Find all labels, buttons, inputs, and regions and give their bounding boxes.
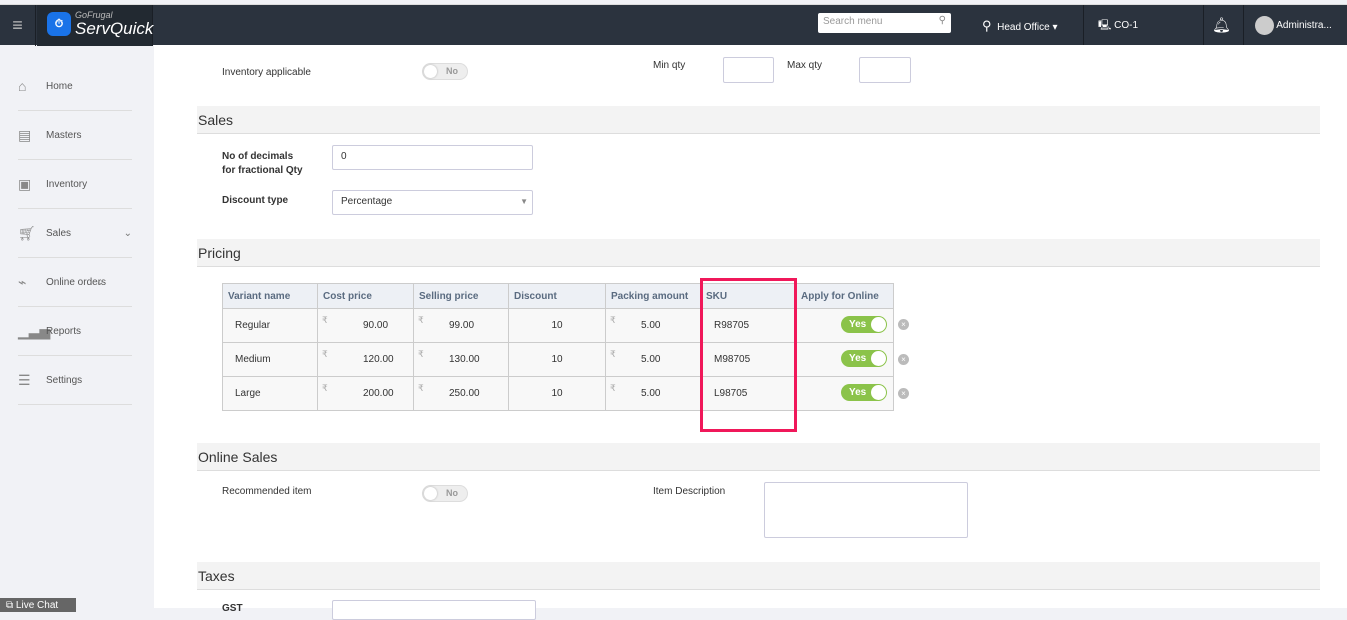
selling-cell[interactable]: ₹250.00 bbox=[413, 376, 509, 411]
sidebar-item-home[interactable]: ⌂ Home bbox=[18, 62, 132, 111]
remove-row-icon[interactable]: × bbox=[898, 354, 909, 365]
location-pin-icon: ⚲ bbox=[982, 18, 992, 33]
bell-icon[interactable]: 🔔︎ bbox=[1212, 5, 1231, 46]
live-chat-button[interactable]: ⧉ Live Chat bbox=[0, 598, 76, 612]
section-taxes: Taxes bbox=[197, 562, 1320, 590]
packing-cell[interactable]: ₹5.00 bbox=[605, 308, 701, 343]
search-icon[interactable]: ⚲ bbox=[939, 15, 946, 26]
cost-cell[interactable]: ₹200.00 bbox=[317, 376, 414, 411]
item-description-label: Item Description bbox=[653, 486, 726, 497]
settings-icon: ☰ bbox=[18, 371, 31, 388]
masters-icon: ▤ bbox=[18, 126, 32, 143]
column-header: Selling price bbox=[413, 283, 509, 309]
variant-cell[interactable]: Large bbox=[222, 376, 318, 411]
column-header: Apply for Online bbox=[795, 283, 894, 309]
top-bar: ≡ ⏱ GoFrugal ServQuick Search menu ⚲ ⚲ Head… bbox=[0, 4, 1347, 46]
section-online-sales: Online Sales bbox=[197, 443, 1320, 471]
column-header: Cost price bbox=[317, 283, 414, 309]
chevron-down-icon: ⌄ bbox=[95, 276, 104, 288]
sidebar-item-sales[interactable]: 🛒︎ Sales ⌄ bbox=[18, 209, 132, 258]
selling-cell[interactable]: ₹130.00 bbox=[413, 342, 509, 377]
apply-online-toggle[interactable]: Yes bbox=[841, 383, 887, 401]
sidebar-label: Reports bbox=[46, 325, 82, 337]
sidebar-label: Sales bbox=[46, 227, 72, 239]
min-qty-input[interactable] bbox=[723, 57, 774, 83]
inventory-icon: ▣ bbox=[18, 175, 32, 192]
avatar bbox=[1255, 15, 1274, 35]
inventory-applicable-toggle[interactable]: No bbox=[422, 63, 468, 80]
gst-select[interactable] bbox=[332, 600, 536, 620]
discount-type-select[interactable]: Percentage ▼ bbox=[332, 190, 533, 215]
discount-type-label: Discount type bbox=[222, 195, 289, 206]
discount-cell[interactable]: 10 bbox=[508, 308, 606, 343]
item-form: Inventory applicable No Min qty Max qty … bbox=[154, 45, 1347, 620]
sidebar-label: Masters bbox=[46, 129, 82, 141]
packing-cell[interactable]: ₹5.00 bbox=[605, 342, 701, 377]
discount-cell[interactable]: 10 bbox=[508, 376, 606, 411]
discount-cell[interactable]: 10 bbox=[508, 342, 606, 377]
sidebar-item-online-orders[interactable]: ⌁ Online orders ⌄ bbox=[18, 258, 132, 307]
computer-icon: 🖳 bbox=[1098, 20, 1112, 31]
brand-name: ServQuick bbox=[75, 19, 154, 38]
sidebar: ⌂ Home ▤ Masters ▣ Inventory 🛒︎ Sales ⌄ ⌁ Onli… bbox=[0, 62, 153, 405]
online-cell: Yes bbox=[795, 376, 894, 411]
home-icon: ⌂ bbox=[18, 78, 27, 94]
decimals-input[interactable]: 0 bbox=[332, 145, 533, 170]
external-link-icon: ⧉ bbox=[6, 600, 14, 611]
sidebar-item-settings[interactable]: ☰ Settings bbox=[18, 356, 132, 405]
remove-row-icon[interactable]: × bbox=[898, 388, 909, 399]
min-qty-label: Min qty bbox=[653, 60, 686, 71]
section-sales: Sales bbox=[197, 106, 1320, 134]
sidebar-item-reports[interactable]: ▁▃▅ Reports bbox=[18, 307, 132, 356]
sidebar-label: Inventory bbox=[46, 178, 88, 190]
clock-icon: ⏱ bbox=[47, 12, 71, 36]
inventory-applicable-label: Inventory applicable bbox=[222, 67, 311, 78]
user-menu[interactable]: Administra... bbox=[1255, 5, 1332, 46]
column-header: Packing amount bbox=[605, 283, 701, 309]
gst-label: GST bbox=[222, 603, 243, 614]
logo[interactable]: ⏱ GoFrugal ServQuick bbox=[37, 5, 153, 46]
section-pricing: Pricing bbox=[197, 239, 1320, 267]
recommended-item-label: Recommended item bbox=[222, 486, 312, 497]
search-input[interactable]: Search menu ⚲ bbox=[818, 13, 951, 33]
sidebar-item-masters[interactable]: ▤ Masters bbox=[18, 111, 132, 160]
recommended-item-toggle[interactable]: No bbox=[422, 485, 468, 502]
max-qty-input[interactable] bbox=[859, 57, 911, 83]
cost-cell[interactable]: ₹90.00 bbox=[317, 308, 414, 343]
variant-cell[interactable]: Regular bbox=[222, 308, 318, 343]
dropdown-icon: ▼ bbox=[520, 197, 528, 206]
cart-icon: 🛒︎ bbox=[18, 224, 36, 241]
counter-selector[interactable]: 🖳 CO-1 bbox=[1098, 5, 1138, 46]
user-name: Administra... bbox=[1276, 20, 1332, 31]
search-placeholder: Search menu bbox=[823, 16, 883, 27]
live-chat-label: Live Chat bbox=[15, 600, 59, 611]
sidebar-label: Home bbox=[46, 80, 73, 92]
remove-row-icon[interactable]: × bbox=[898, 319, 909, 330]
apply-online-toggle[interactable]: Yes bbox=[841, 349, 887, 367]
apply-online-toggle[interactable]: Yes bbox=[841, 315, 887, 333]
counter-label: CO-1 bbox=[1114, 20, 1139, 31]
sku-highlight-box bbox=[700, 278, 797, 432]
variant-cell[interactable]: Medium bbox=[222, 342, 318, 377]
online-cell: Yes bbox=[795, 308, 894, 343]
decimals-label: No of decimals for fractional Qty bbox=[222, 151, 303, 176]
cost-cell[interactable]: ₹120.00 bbox=[317, 342, 414, 377]
location-selector[interactable]: ⚲ Head Office ▾ bbox=[982, 5, 1058, 46]
packing-cell[interactable]: ₹5.00 bbox=[605, 376, 701, 411]
toggle-text: No bbox=[446, 488, 458, 498]
chevron-down-icon: ⌄ bbox=[123, 227, 132, 239]
location-label: Head Office bbox=[997, 22, 1050, 33]
max-qty-label: Max qty bbox=[787, 60, 823, 71]
selling-cell[interactable]: ₹99.00 bbox=[413, 308, 509, 343]
sidebar-label: Settings bbox=[46, 374, 83, 386]
menu-icon[interactable]: ≡ bbox=[0, 5, 36, 46]
column-header: Variant name bbox=[222, 283, 318, 309]
sidebar-item-inventory[interactable]: ▣ Inventory bbox=[18, 160, 132, 209]
item-description-textarea[interactable] bbox=[764, 482, 968, 538]
reports-icon: ▁▃▅ bbox=[18, 322, 51, 339]
toggle-text: No bbox=[446, 66, 458, 76]
online-orders-icon: ⌁ bbox=[18, 273, 27, 290]
online-cell: Yes bbox=[795, 342, 894, 377]
column-header: Discount bbox=[508, 283, 606, 309]
